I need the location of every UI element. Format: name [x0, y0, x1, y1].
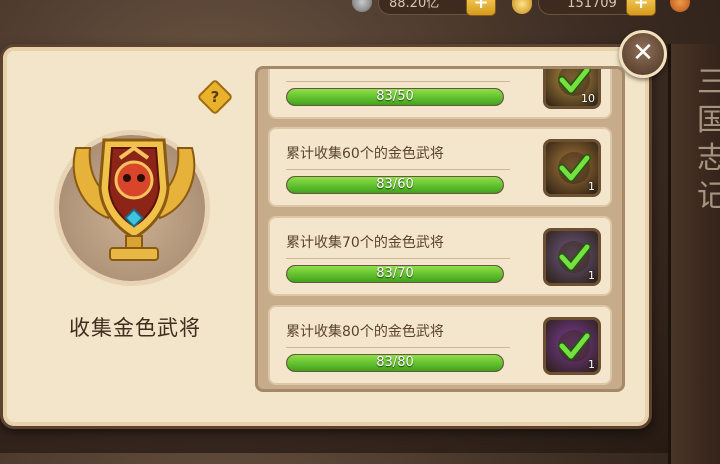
- add-currency-2-button[interactable]: +: [626, 0, 656, 16]
- reward-icon[interactable]: 1: [543, 317, 601, 375]
- reward-count: 1: [588, 358, 595, 371]
- reward-count: 10: [581, 92, 595, 105]
- progress-text: 83/60: [376, 177, 414, 192]
- gold-trophy-badge-icon: [72, 138, 196, 261]
- badge-title: 收集金色武将: [69, 316, 201, 340]
- peach-icon: [670, 0, 690, 12]
- progress-bar: 83/60: [286, 176, 504, 194]
- silver-coin-icon: [352, 0, 372, 12]
- item-divider: [286, 169, 510, 170]
- reward-icon[interactable]: 1: [543, 228, 601, 286]
- side-scroll-title: 三国志记: [697, 65, 720, 214]
- progress-bar: 83/70: [286, 265, 504, 283]
- item-divider: [286, 81, 510, 82]
- item-divider: [286, 258, 510, 259]
- reward-count: 1: [588, 180, 595, 193]
- resource-bar: 88.20亿 + 151709 +: [330, 0, 720, 22]
- add-currency-1-button[interactable]: +: [466, 0, 496, 16]
- help-icon-glyph: ?: [210, 88, 220, 106]
- close-button[interactable]: ✕: [619, 30, 667, 78]
- item-divider: [286, 347, 510, 348]
- reward-icon[interactable]: 10: [543, 69, 601, 109]
- achievement-label: 累计收集80个的金色武将: [286, 324, 444, 340]
- progress-text: 83/50: [376, 89, 414, 104]
- achievement-item: 83/50 10: [268, 69, 612, 119]
- achievement-list[interactable]: 83/50 10 累计收集60个的金色武将 83/60 1 累计收集70个的金色…: [255, 66, 625, 392]
- reward-icon[interactable]: 1: [543, 139, 601, 197]
- progress-bar: 83/80: [286, 354, 504, 372]
- achievement-label: 累计收集60个的金色武将: [286, 146, 444, 162]
- achievement-item: 累计收集80个的金色武将 83/80 1: [268, 305, 612, 385]
- gold-ingot-icon: [512, 0, 532, 14]
- achievement-item: 累计收集70个的金色武将 83/70 1: [268, 216, 612, 296]
- achievement-label: 累计收集70个的金色武将: [286, 235, 444, 251]
- reward-count: 1: [588, 269, 595, 282]
- side-scroll-panel: 三国志记: [668, 44, 720, 464]
- progress-text: 83/70: [376, 266, 414, 281]
- progress-text: 83/80: [376, 355, 414, 370]
- achievement-item: 累计收集60个的金色武将 83/60 1: [268, 127, 612, 207]
- progress-bar: 83/50: [286, 88, 504, 106]
